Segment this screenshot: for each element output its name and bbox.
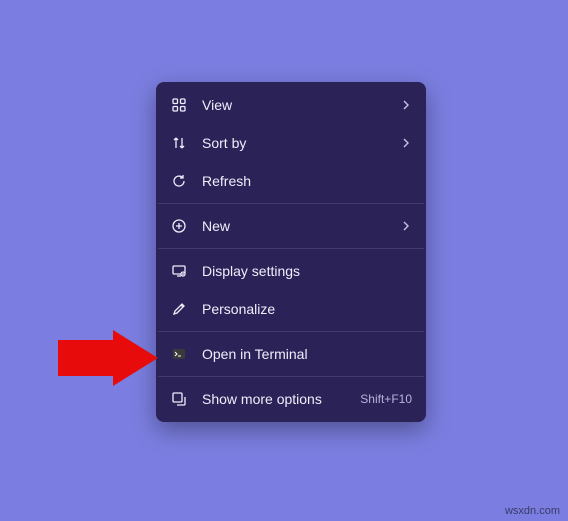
menu-divider xyxy=(158,331,424,332)
sort-icon xyxy=(170,134,188,152)
chevron-right-icon xyxy=(400,99,412,111)
personalize-icon xyxy=(170,300,188,318)
menu-item-view[interactable]: View xyxy=(156,86,426,124)
menu-item-shortcut: Shift+F10 xyxy=(360,392,412,406)
chevron-right-icon xyxy=(400,220,412,232)
menu-item-label: Sort by xyxy=(202,135,400,151)
menu-item-label: View xyxy=(202,97,400,113)
show-more-icon xyxy=(170,390,188,408)
menu-divider xyxy=(158,376,424,377)
view-icon xyxy=(170,96,188,114)
menu-item-personalize[interactable]: Personalize xyxy=(156,290,426,328)
menu-item-display-settings[interactable]: Display settings xyxy=(156,252,426,290)
terminal-icon xyxy=(170,345,188,363)
menu-item-show-more-options[interactable]: Show more options Shift+F10 xyxy=(156,380,426,418)
menu-item-refresh[interactable]: Refresh xyxy=(156,162,426,200)
chevron-right-icon xyxy=(400,137,412,149)
menu-item-new[interactable]: New xyxy=(156,207,426,245)
menu-divider xyxy=(158,248,424,249)
menu-item-label: New xyxy=(202,218,400,234)
new-icon xyxy=(170,217,188,235)
menu-item-label: Open in Terminal xyxy=(202,346,412,362)
menu-item-label: Show more options xyxy=(202,391,352,407)
display-settings-icon xyxy=(170,262,188,280)
menu-item-label: Display settings xyxy=(202,263,412,279)
menu-item-open-terminal[interactable]: Open in Terminal xyxy=(156,335,426,373)
watermark-text: wsxdn.com xyxy=(505,505,560,517)
refresh-icon xyxy=(170,172,188,190)
menu-item-label: Personalize xyxy=(202,301,412,317)
desktop-context-menu: View Sort by Refresh xyxy=(156,82,426,422)
menu-item-label: Refresh xyxy=(202,173,412,189)
menu-divider xyxy=(158,203,424,204)
annotation-arrow xyxy=(58,330,158,386)
menu-item-sort-by[interactable]: Sort by xyxy=(156,124,426,162)
